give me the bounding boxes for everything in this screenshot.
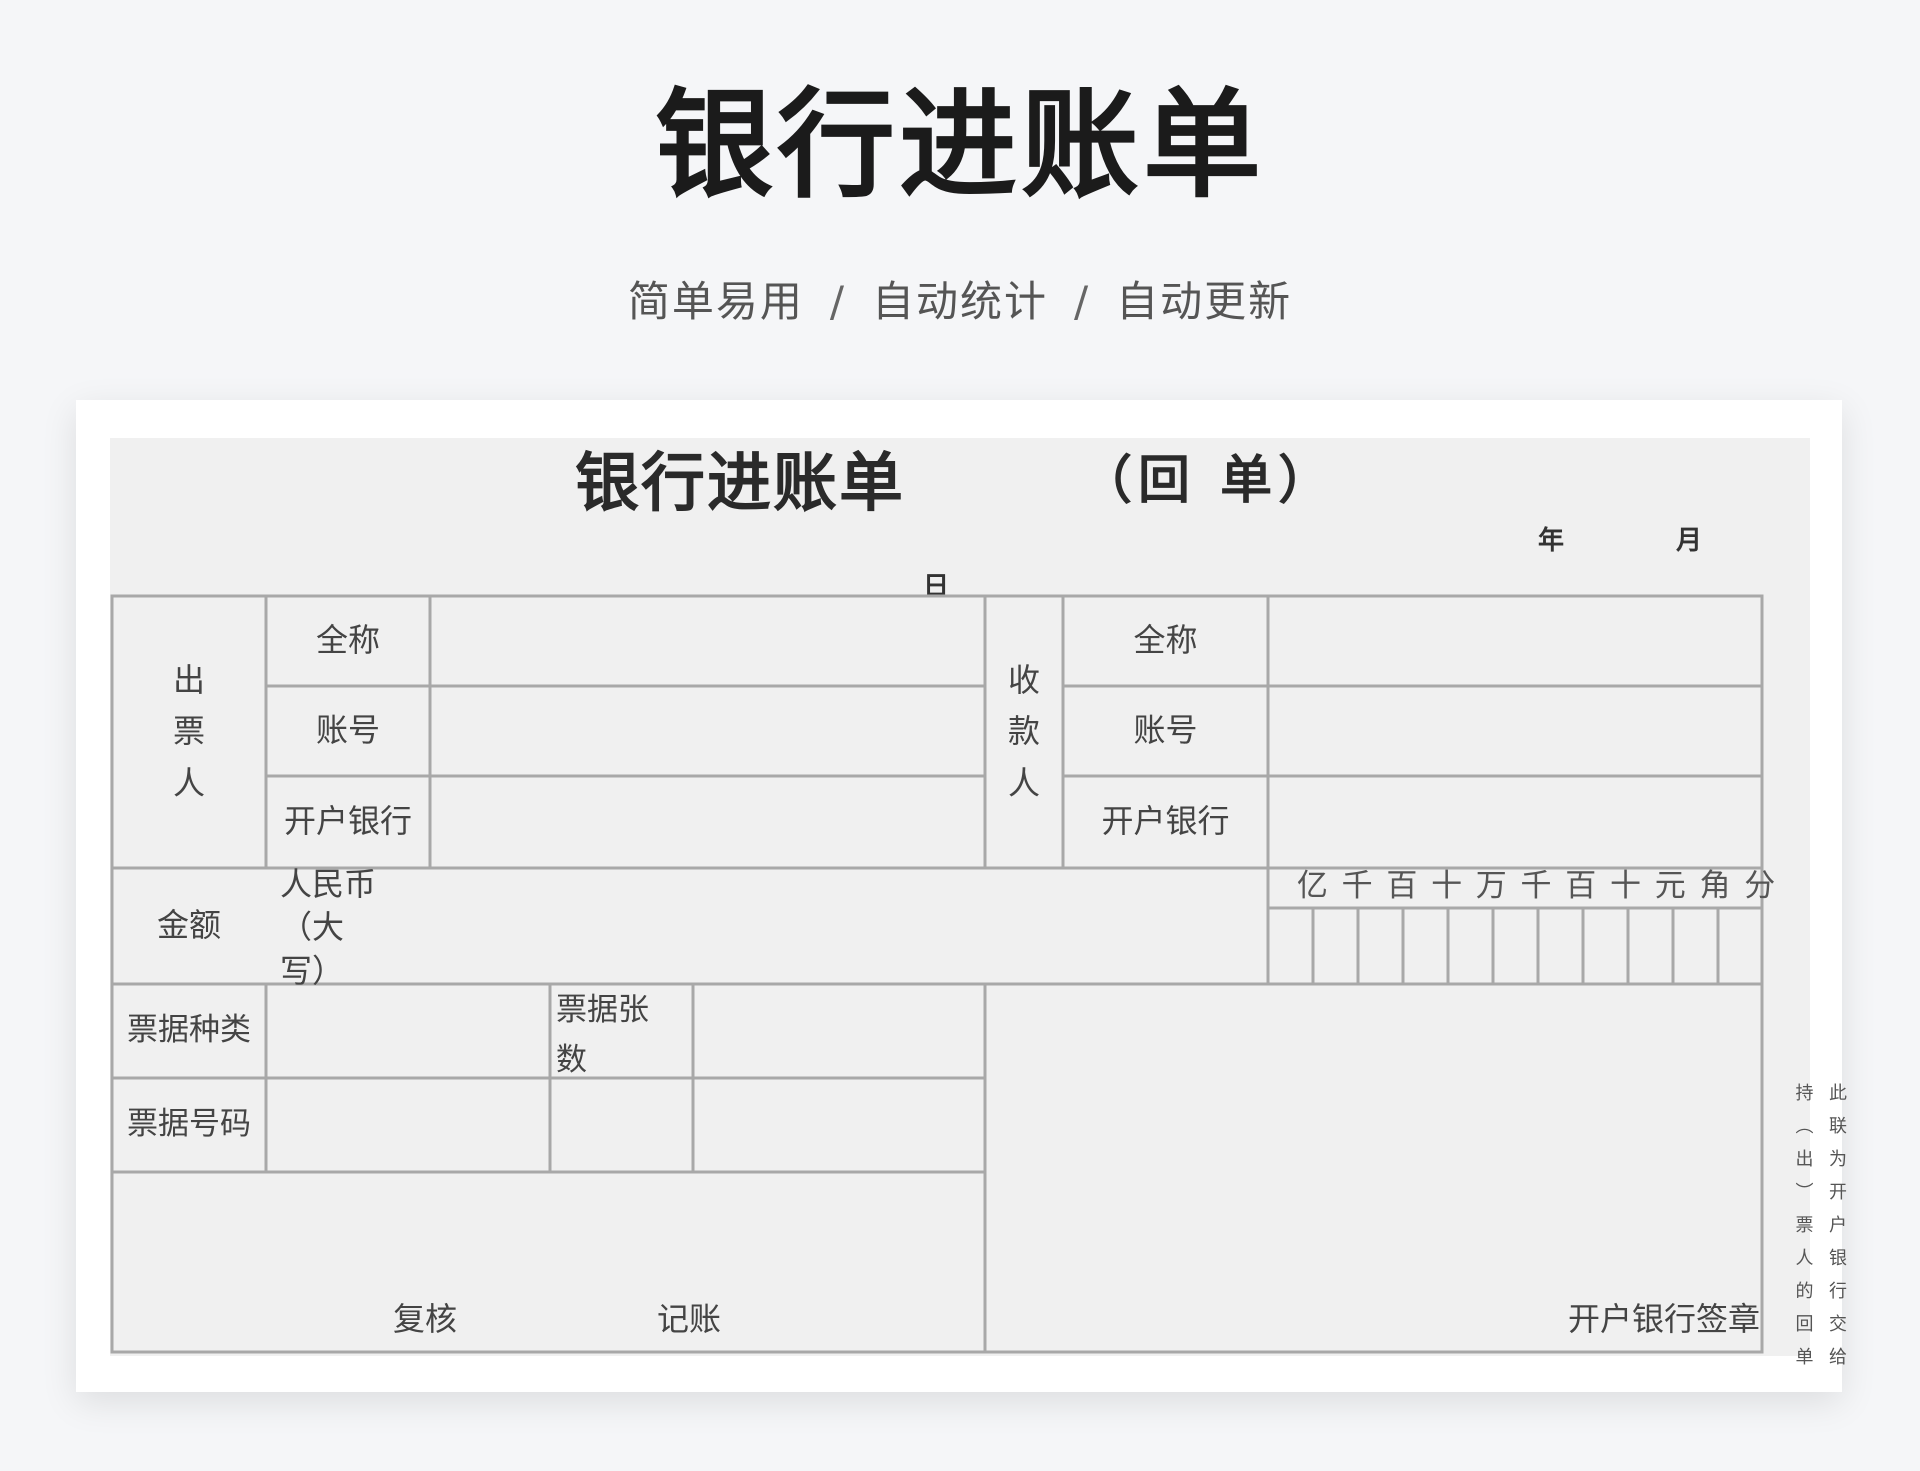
subtitle: 简单易用 / 自动统计 / 自动更新 <box>0 268 1920 329</box>
payer-section-label: 出 票 人 <box>112 596 266 868</box>
review-label: 复核 <box>392 1300 457 1339</box>
bill-type-label: 票据种类 <box>127 1012 251 1049</box>
unit-shi: 十 <box>1431 868 1463 904</box>
bank-seal-area[interactable] <box>987 986 1760 1286</box>
payee-section-text: 收 款 人 <box>1007 661 1040 802</box>
payee-full-name-label: 全称 <box>1133 621 1198 660</box>
unit-qian: 千 <box>1341 868 1373 904</box>
payee-account-field[interactable] <box>1270 688 1760 774</box>
subtitle-item-auto-update: 自动更新 <box>1116 277 1293 326</box>
unit-bai: 百 <box>1386 868 1418 904</box>
payer-account-field[interactable] <box>432 688 983 774</box>
unit-qian-2: 千 <box>1520 868 1552 904</box>
unit-yuan: 元 <box>1654 868 1686 904</box>
amount-digit-units: 亿 千 百 十 万 千 百 十 元 角 分 <box>1290 866 1782 906</box>
amount-digit-fields[interactable] <box>1270 910 1760 982</box>
unit-jiao: 角 <box>1699 868 1731 904</box>
payer-full-name-field[interactable] <box>432 598 983 684</box>
amount-label: 金额 <box>156 906 221 945</box>
payee-account-label: 账号 <box>1133 711 1198 750</box>
unit-shi-2: 十 <box>1610 868 1641 904</box>
page-title: 银行进账单 <box>654 76 1265 214</box>
bill-number-label: 票据号码 <box>127 1106 251 1143</box>
bill-count-field[interactable] <box>695 986 983 1076</box>
unit-bai-2: 百 <box>1565 868 1597 904</box>
form-preview-card: 银行进账单 （回 单） 年 月 日 出 票 人 全称 账号 开户银行 收 款 人… <box>76 400 1847 1392</box>
subtitle-separator: / <box>829 277 846 326</box>
payer-section-text: 出 票 人 <box>172 661 205 802</box>
payer-bank-label: 开户银行 <box>283 802 412 841</box>
unit-wan: 万 <box>1475 868 1507 904</box>
payee-bank-field[interactable] <box>1270 778 1760 866</box>
payee-bank-label: 开户银行 <box>1101 802 1230 841</box>
unit-fen: 分 <box>1744 868 1776 904</box>
bank-deposit-slip: 银行进账单 （回 单） 年 月 日 出 票 人 全称 账号 开户银行 收 款 人… <box>110 438 1810 1356</box>
subtitle-separator: / <box>1074 277 1091 326</box>
bill-number-field[interactable] <box>268 1080 548 1170</box>
payee-full-name-field[interactable] <box>1270 598 1760 684</box>
bookkeeping-label: 记账 <box>656 1300 721 1339</box>
bank-seal-label: 开户银行签章 <box>1567 1300 1760 1339</box>
unit-yi: 亿 <box>1296 868 1328 904</box>
subtitle-item-auto-stats: 自动统计 <box>871 277 1048 326</box>
payer-account-label: 账号 <box>315 711 380 750</box>
payer-full-name-label: 全称 <box>315 621 380 660</box>
subtitle-item-easy: 简单易用 <box>627 277 804 326</box>
bill-type-field[interactable] <box>268 986 548 1076</box>
payer-bank-field[interactable] <box>432 778 983 866</box>
payee-section-label: 收 款 人 <box>985 596 1063 868</box>
bill-count-label: 票据张 数 <box>556 992 649 1078</box>
side-note: 此联为开户银行交给持（出）票人的回单 <box>1792 1082 1848 1380</box>
amount-currency-label: 人民币 （大写） <box>280 865 377 990</box>
amount-words-field[interactable] <box>410 870 1266 982</box>
